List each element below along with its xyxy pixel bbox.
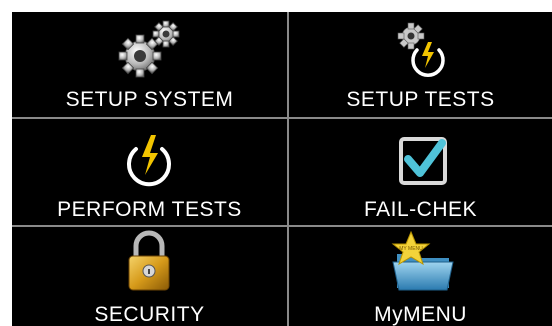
setup-system-tile[interactable]: SETUP SYSTEM bbox=[12, 12, 287, 119]
power-lightning-icon bbox=[127, 135, 171, 187]
screen-frame: SETUP SYSTEM SETUP TESTS PERFORM TESTS F… bbox=[0, 0, 552, 326]
fail-chek-tile[interactable]: FAIL-CHEK bbox=[289, 119, 552, 227]
star-folder-text: MY MENU bbox=[399, 246, 423, 252]
setup-system-label: SETUP SYSTEM bbox=[65, 88, 234, 111]
mymenu-label: MyMENU bbox=[374, 303, 467, 326]
checkbox-checked-icon bbox=[399, 137, 447, 185]
mymenu-tile[interactable]: MY MENU MyMENU bbox=[289, 227, 552, 326]
setup-tests-label: SETUP TESTS bbox=[346, 88, 495, 111]
main-menu-grid: SETUP SYSTEM SETUP TESTS PERFORM TESTS F… bbox=[12, 12, 552, 326]
setup-tests-tile[interactable]: SETUP TESTS bbox=[289, 12, 552, 119]
perform-tests-tile[interactable]: PERFORM TESTS bbox=[12, 119, 287, 227]
security-tile[interactable]: SECURITY bbox=[12, 227, 287, 326]
fail-chek-label: FAIL-CHEK bbox=[363, 198, 478, 221]
perform-tests-label: PERFORM TESTS bbox=[57, 198, 242, 221]
column-divider bbox=[287, 12, 289, 326]
gear-power-icon bbox=[397, 22, 445, 77]
padlock-icon bbox=[128, 230, 170, 291]
gears-icon bbox=[118, 20, 180, 78]
security-label: SECURITY bbox=[94, 303, 205, 326]
star-folder-icon: MY MENU bbox=[391, 230, 454, 291]
